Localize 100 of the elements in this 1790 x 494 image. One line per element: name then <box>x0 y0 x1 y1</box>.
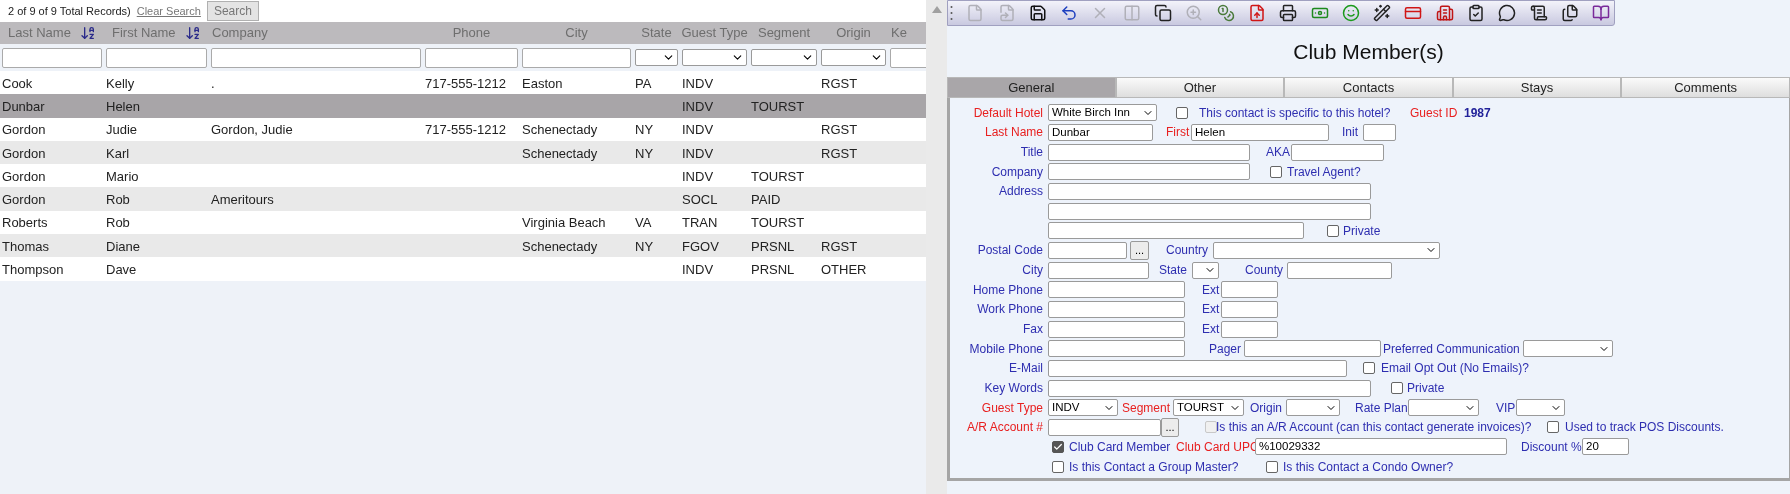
tab[interactable]: Stays <box>1452 77 1622 98</box>
text-field[interactable] <box>1048 300 1185 318</box>
form-label: AKA <box>1266 144 1290 162</box>
checkbox[interactable] <box>1266 460 1278 473</box>
text-field[interactable] <box>1244 340 1381 358</box>
documents-icon[interactable] <box>1154 4 1173 22</box>
records-summary: 2 of 9 of 9 Total Records) <box>8 3 131 19</box>
table-row[interactable]: Thompson Dave INDV PRSNL OTHER <box>0 257 926 281</box>
clipboard-check-icon[interactable] <box>1467 4 1486 22</box>
table-row[interactable]: Dunbar Helen INDV TOURST <box>0 94 926 118</box>
text-field[interactable]: 20 <box>1582 438 1629 456</box>
form-label: County <box>1245 262 1284 280</box>
text-field[interactable] <box>1048 359 1347 377</box>
text-field[interactable] <box>1221 281 1278 299</box>
table-row[interactable]: Gordon Rob Ameritours SOCL PAID <box>0 187 926 211</box>
checkbox[interactable] <box>1391 382 1403 394</box>
text-field[interactable]: %10029332 <box>1255 438 1507 456</box>
table-cell: Gordon <box>2 168 46 184</box>
text-field[interactable] <box>1048 320 1185 338</box>
text-field[interactable] <box>1291 143 1384 161</box>
table-row[interactable]: Gordon Mario INDV TOURST <box>0 164 926 188</box>
text-field[interactable] <box>1048 241 1127 259</box>
dropdown[interactable] <box>682 49 747 66</box>
table-cell: Ameritours <box>211 192 274 208</box>
dropdown[interactable] <box>751 49 817 66</box>
printer-icon[interactable] <box>1279 4 1298 22</box>
text-field[interactable] <box>1048 182 1371 200</box>
dropdown[interactable] <box>1286 399 1340 417</box>
text-field[interactable] <box>1048 261 1149 279</box>
text-field[interactable] <box>1048 418 1161 436</box>
files-icon[interactable] <box>1560 4 1579 22</box>
text-field[interactable] <box>1048 222 1304 240</box>
checkbox[interactable] <box>1270 165 1282 178</box>
dropdown[interactable]: INDV <box>1048 399 1118 417</box>
dropdown[interactable] <box>1408 399 1479 417</box>
text-field[interactable] <box>1048 340 1185 358</box>
table-cell: OTHER <box>821 262 867 278</box>
dropdown[interactable] <box>1516 399 1565 417</box>
browse-button[interactable]: ... <box>1130 240 1149 260</box>
text-field[interactable] <box>1221 300 1278 318</box>
filter-field[interactable] <box>211 47 421 68</box>
search-button[interactable]: Search <box>206 1 259 21</box>
filter-field[interactable] <box>2 47 102 68</box>
table-row[interactable]: Thomas Diane Schenectady NY FGOV PRSNL RGST <box>0 234 926 258</box>
filter-field[interactable] <box>106 47 207 68</box>
tab[interactable]: Contacts <box>1284 77 1453 98</box>
table-cell: Gordon <box>2 122 46 138</box>
table-row[interactable]: Gordon Karl Schenectady NY INDV RGST <box>0 140 926 165</box>
scroll-up-icon[interactable] <box>931 6 942 13</box>
magic-wand-icon[interactable] <box>1373 4 1392 22</box>
sort-icon[interactable] <box>80 25 96 41</box>
card-icon[interactable] <box>1404 4 1423 22</box>
checkbox[interactable] <box>1547 421 1559 434</box>
table-row[interactable]: Roberts Rob Virginia Beach VA TRAN TOURST <box>0 210 926 235</box>
speech-bubble-icon[interactable] <box>1498 4 1517 22</box>
form-label: City <box>1022 262 1043 280</box>
table-cell: NY <box>635 122 654 138</box>
dropdown[interactable] <box>1523 340 1613 358</box>
checkbox[interactable] <box>1052 441 1064 453</box>
file-upload-icon[interactable] <box>1247 4 1266 22</box>
text-field[interactable] <box>1221 320 1278 338</box>
save-icon[interactable] <box>1028 4 1047 22</box>
clear-search-link[interactable]: Clear Search <box>136 2 201 20</box>
text-field[interactable]: Helen <box>1191 124 1329 141</box>
checkbox[interactable] <box>1052 460 1064 473</box>
checkbox[interactable] <box>1176 106 1188 119</box>
browse-button[interactable]: ... <box>1161 417 1179 437</box>
tab[interactable]: General <box>947 77 1116 98</box>
text-field[interactable] <box>1363 124 1396 141</box>
text-field[interactable] <box>1048 163 1250 181</box>
coins-icon[interactable] <box>1216 4 1235 22</box>
dropdown[interactable]: TOURST <box>1173 399 1244 417</box>
table-row[interactable]: Gordon Judie Gordon, Judie 717-555-1212 Schenectady NY INDV RGST <box>0 117 926 141</box>
text-field[interactable] <box>1048 202 1371 220</box>
tab[interactable]: Other <box>1115 77 1285 98</box>
undo-icon[interactable] <box>1060 4 1079 22</box>
form-label: Home Phone <box>972 281 1043 299</box>
text-field[interactable] <box>1048 379 1371 397</box>
dropdown[interactable] <box>1192 261 1219 279</box>
checkbox[interactable] <box>1363 362 1375 375</box>
text-field[interactable] <box>1287 261 1392 279</box>
dropdown[interactable] <box>1213 241 1440 259</box>
tab[interactable]: Comments <box>1621 77 1790 98</box>
form-label: Is this an A/R Account (can this contact generate invoices)? <box>1216 419 1532 437</box>
building-icon[interactable] <box>1435 4 1454 22</box>
dropdown[interactable]: White Birch Inn <box>1048 104 1157 122</box>
text-field[interactable] <box>1048 143 1250 161</box>
smiley-icon[interactable] <box>1341 4 1360 22</box>
table-row[interactable]: Cook Kelly . 717-555-1212 Easton PA INDV RGST <box>0 71 926 95</box>
dropdown[interactable] <box>635 49 678 66</box>
scroll-icon[interactable] <box>1529 4 1548 22</box>
text-field[interactable]: Dunbar <box>1048 124 1153 141</box>
grip-icon[interactable] <box>950 5 953 21</box>
checkbox[interactable] <box>1327 224 1339 237</box>
text-field[interactable] <box>1048 281 1185 299</box>
dropdown[interactable] <box>821 49 886 66</box>
filter-field[interactable] <box>522 47 631 68</box>
book-icon[interactable] <box>1592 4 1611 22</box>
filter-field[interactable] <box>425 47 518 68</box>
sort-icon[interactable] <box>185 25 201 41</box>
